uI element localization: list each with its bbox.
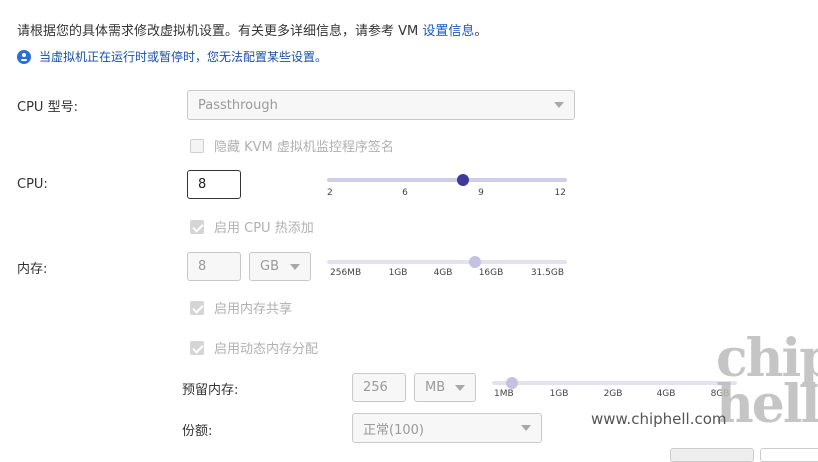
shares-select[interactable]: 正常(100) — [352, 413, 542, 443]
checkbox-box — [190, 340, 204, 355]
settings-info-link[interactable]: 设置信息 — [422, 24, 474, 39]
reserved-memory-input[interactable]: 256 — [352, 373, 406, 402]
running-notice: 当虚拟机正在运行时或暂停时，您无法配置某些设置。 — [17, 48, 327, 65]
cpu-hotplug-checkbox[interactable]: 启用 CPU 热添加 — [190, 217, 314, 236]
watermark-url: www.chiphell.com — [591, 410, 727, 428]
reserved-tick: 1GB — [549, 389, 569, 399]
memory-unit-select[interactable]: GB — [249, 252, 311, 281]
memory-input[interactable]: 8 — [187, 252, 241, 281]
cpu-model-select[interactable]: Passthrough — [187, 90, 575, 120]
reserved-unit-select[interactable]: MB — [414, 373, 476, 402]
reserved-memory-label: 预留内存: — [182, 383, 239, 398]
cancel-button[interactable] — [760, 448, 818, 462]
info-icon — [17, 49, 31, 64]
cpu-label: CPU: — [17, 177, 48, 192]
memory-tick: 4GB — [433, 268, 453, 278]
memory-slider-thumb[interactable] — [469, 256, 481, 268]
reserved-slider-track[interactable] — [492, 381, 737, 385]
memory-slider-track[interactable] — [327, 260, 567, 264]
cpu-tick: 2 — [327, 188, 333, 198]
chiphell-watermark-logo: chip hell — [716, 328, 818, 435]
chevron-down-icon — [455, 384, 465, 391]
memory-tick: 31.5GB — [530, 268, 564, 278]
reserved-tick: 2GB — [603, 389, 623, 399]
cpu-slider-thumb[interactable] — [457, 174, 469, 186]
memory-label: 内存: — [17, 262, 48, 277]
cpu-count-input[interactable]: 8 — [187, 170, 241, 199]
cpu-slider-track[interactable] — [327, 178, 567, 182]
cpu-tick: 6 — [402, 188, 408, 198]
cpu-tick: 12 — [554, 188, 566, 198]
chevron-down-icon — [521, 425, 531, 431]
cpu-model-label: CPU 型号: — [17, 100, 78, 115]
intro-text: 请根据您的具体需求修改虚拟机设置。有关更多详细信息，请参考 VM 设置信息。 — [17, 24, 488, 39]
memory-tick: 256MB — [330, 268, 362, 278]
reserved-tick: 4GB — [656, 389, 676, 399]
mem-share-checkbox[interactable]: 启用内存共享 — [190, 298, 292, 317]
checkbox-box — [190, 219, 204, 234]
memory-tick: 16GB — [478, 268, 504, 278]
checkbox-box — [190, 300, 204, 315]
reserved-slider-thumb[interactable] — [506, 377, 518, 389]
chevron-down-icon — [290, 263, 300, 270]
hide-kvm-checkbox[interactable]: 隐藏 KVM 虚拟机监控程序签名 — [190, 136, 394, 155]
cpu-tick: 9 — [478, 188, 484, 198]
chevron-down-icon — [554, 102, 564, 108]
ok-button[interactable] — [670, 448, 754, 462]
memory-tick: 1GB — [388, 268, 408, 278]
checkbox-box — [190, 138, 204, 153]
mem-dynamic-checkbox[interactable]: 启用动态内存分配 — [190, 338, 318, 357]
reserved-tick: 1MB — [494, 389, 514, 399]
shares-label: 份额: — [182, 424, 213, 439]
